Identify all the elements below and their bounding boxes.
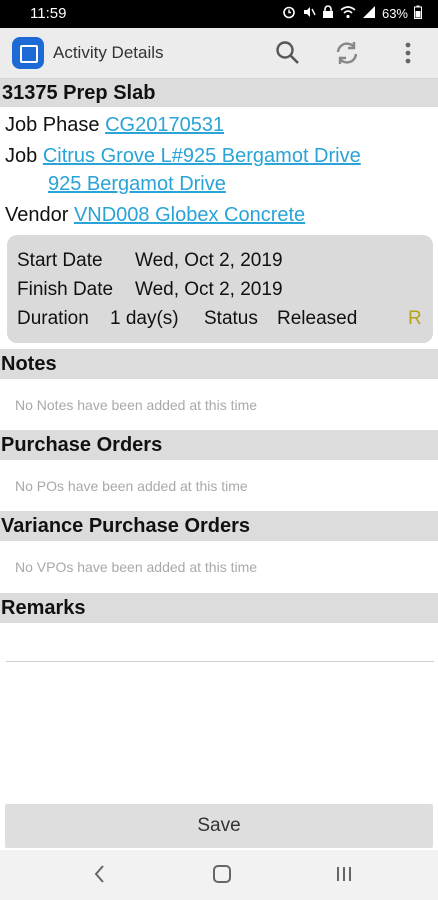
job-link[interactable]: Citrus Grove L#925 Bergamot Drive xyxy=(43,145,361,167)
status-code: R xyxy=(408,308,422,329)
remarks-input[interactable] xyxy=(6,661,434,662)
status-bar: 11:59 63% xyxy=(0,0,438,28)
vpo-empty-text: No VPOs have been added at this time xyxy=(15,559,258,575)
navigation-bar xyxy=(0,850,438,900)
vendor-link[interactable]: VND008 Globex Concrete xyxy=(74,204,305,226)
app-title: Activity Details xyxy=(53,43,164,62)
more-vert-icon[interactable] xyxy=(393,38,423,68)
mute-icon xyxy=(302,5,316,22)
remarks-header: Remarks xyxy=(0,593,438,623)
job-row: Job Citrus Grove L#925 Bergamot Drive xyxy=(5,145,361,168)
status-icons: 63% xyxy=(282,5,422,22)
start-date-label: Start Date xyxy=(17,250,103,271)
status-time: 11:59 xyxy=(30,5,67,22)
activity-content: 31375 Prep Slab xyxy=(0,79,438,107)
status-value: Released xyxy=(277,308,358,329)
back-icon[interactable] xyxy=(90,862,110,892)
finish-date-label: Finish Date xyxy=(17,279,114,300)
activity-title: 31375 Prep Slab xyxy=(0,79,438,107)
vpo-header: Variance Purchase Orders xyxy=(0,511,438,541)
job-row-line2: 925 Bergamot Drive xyxy=(48,173,226,196)
app-bar: Activity Details xyxy=(0,28,438,79)
battery-icon xyxy=(414,5,422,22)
purchase-orders-header: Purchase Orders xyxy=(0,430,438,460)
duration-value: 1 day(s) xyxy=(110,308,179,329)
job-phase-row: Job Phase CG20170531 xyxy=(5,114,224,137)
job-phase-link[interactable]: CG20170531 xyxy=(105,114,224,136)
job-label: Job xyxy=(5,145,38,167)
search-icon[interactable] xyxy=(273,38,303,68)
po-empty-text: No POs have been added at this time xyxy=(15,478,248,494)
app-logo xyxy=(12,37,44,69)
sync-icon[interactable] xyxy=(332,38,362,68)
notes-header: Notes xyxy=(0,349,438,379)
job-phase-label: Job Phase xyxy=(5,114,100,136)
vendor-label: Vendor xyxy=(5,204,69,226)
alarm-icon xyxy=(282,5,296,22)
vendor-row: Vendor VND008 Globex Concrete xyxy=(5,204,305,227)
save-button[interactable]: Save xyxy=(5,804,433,848)
notes-empty-text: No Notes have been added at this time xyxy=(15,397,258,413)
wifi-icon xyxy=(340,5,356,22)
recents-icon[interactable] xyxy=(333,862,355,892)
signal-icon xyxy=(362,5,376,22)
lock-icon xyxy=(322,5,334,22)
job-link-address[interactable]: 925 Bergamot Drive xyxy=(48,173,226,195)
start-date-value: Wed, Oct 2, 2019 xyxy=(135,250,283,271)
status-label: Status xyxy=(204,308,258,329)
finish-date-value: Wed, Oct 2, 2019 xyxy=(135,279,283,300)
battery-text: 63% xyxy=(381,6,408,21)
details-card: Start Date Wed, Oct 2, 2019 Finish Date … xyxy=(7,235,433,343)
home-icon[interactable] xyxy=(210,862,234,892)
duration-label: Duration xyxy=(17,308,89,329)
